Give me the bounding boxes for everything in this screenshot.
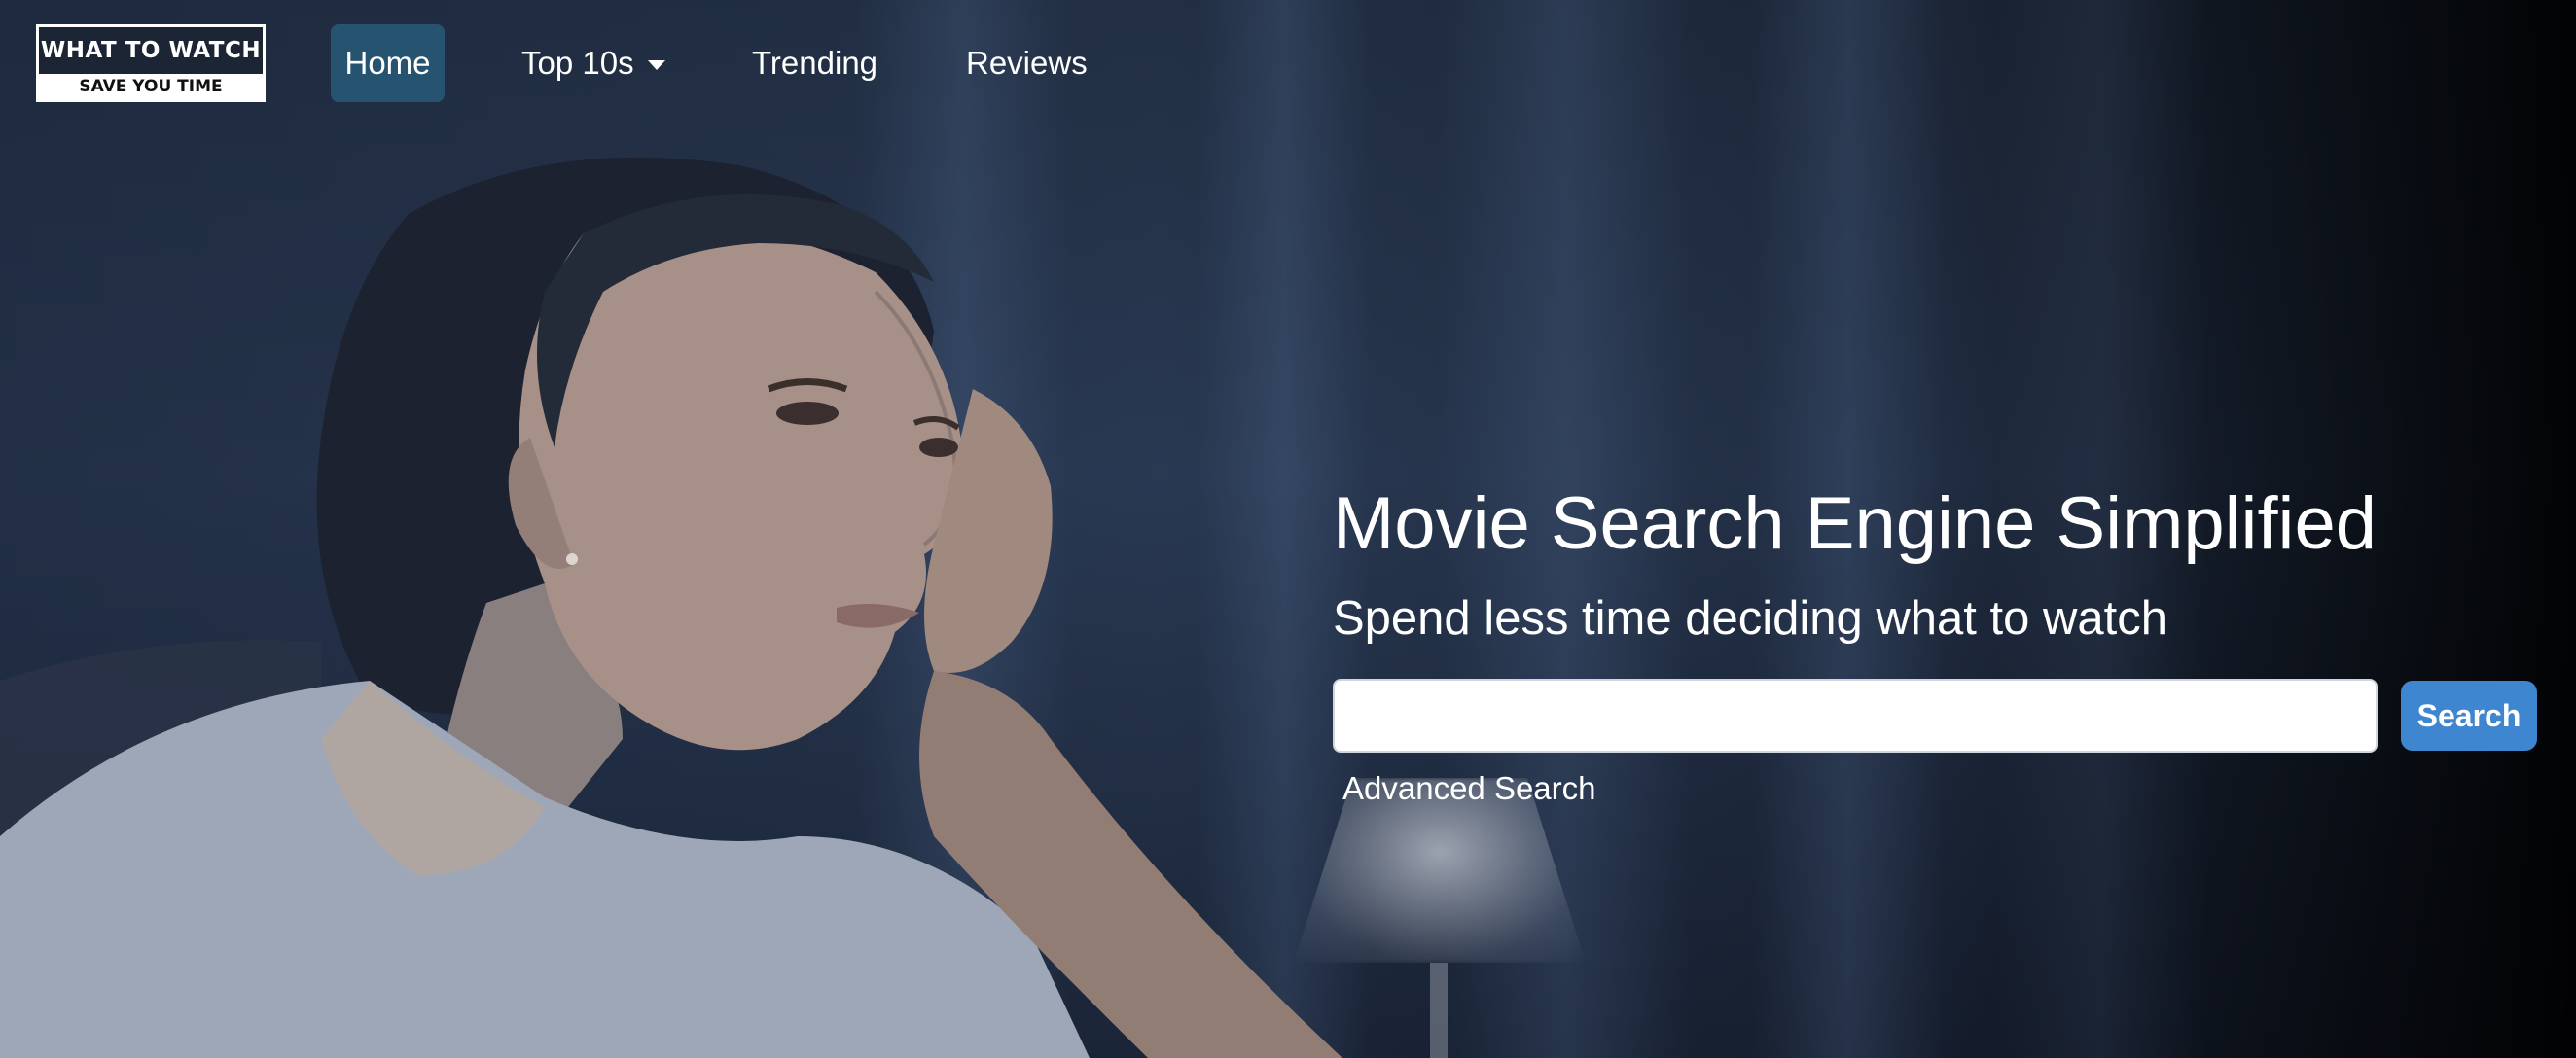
hero-subheading: Spend less time deciding what to watch [1333, 592, 2167, 645]
site-logo[interactable]: WHAT TO WATCH SAVE YOU TIME [36, 24, 266, 102]
nav-item-label: Reviews [966, 45, 1088, 81]
hero-banner: WHAT TO WATCH SAVE YOU TIME Home Top 10s… [0, 0, 2576, 1058]
nav-item-label: Top 10s [521, 45, 634, 81]
hero-person-image [0, 157, 1342, 1058]
nav-item-top10s-dropdown[interactable]: Top 10s [506, 24, 681, 102]
nav-item-label: Home [344, 45, 431, 81]
caret-down-icon [647, 60, 665, 70]
logo-tagline: SAVE YOU TIME [39, 74, 263, 99]
background-lamp-stem [1430, 963, 1448, 1058]
nav-item-reviews[interactable]: Reviews [950, 24, 1103, 102]
logo-title: WHAT TO WATCH [40, 38, 262, 63]
top-navbar: WHAT TO WATCH SAVE YOU TIME Home Top 10s… [0, 0, 2576, 126]
advanced-search-link[interactable]: Advanced Search [1342, 770, 1596, 807]
hero-headline: Movie Search Engine Simplified [1333, 482, 2377, 565]
nav-item-home[interactable]: Home [331, 24, 445, 102]
search-button[interactable]: Search [2401, 681, 2537, 751]
movie-search-input[interactable] [1333, 679, 2378, 753]
nav-item-trending[interactable]: Trending [736, 24, 893, 102]
nav-item-label: Trending [752, 45, 878, 81]
